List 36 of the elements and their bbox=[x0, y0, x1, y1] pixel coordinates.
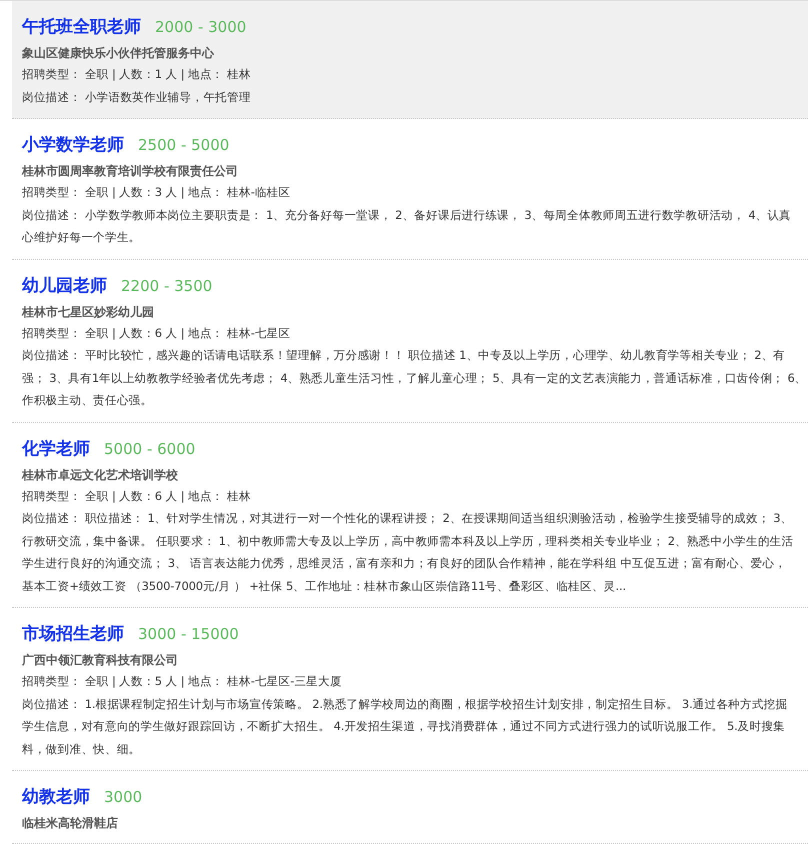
company-name: 桂林市卓远文化艺术培训学校 bbox=[22, 466, 179, 484]
company-name: 桂林市圆周率教育培训学校有限责任公司 bbox=[22, 163, 239, 180]
job-description-line: 强； 3、具有1年以上幼教教学经验者优先考虑； 4、熟悉儿童生活习性，了解儿童心理； 5、具有一定的文艺表演能力，普通话标准，口齿伶俐； 6、 bbox=[22, 370, 808, 386]
salary-range: 5000 - 6000 bbox=[104, 440, 196, 458]
company-name: 象山区健康快乐小伙伴托管服务中心 bbox=[22, 45, 216, 62]
salary-range: 2000 - 3000 bbox=[155, 18, 246, 36]
job-description-line: 岗位描述： 小学数学教师本岗位主要职责是： 1、充分备好每一堂课， 2、备好课后进行练课， 3、每周全体教师周五进行数学教研活动， 4、认真 bbox=[22, 206, 792, 224]
job-description-line: 岗位描述： 1.根据课程制定招生计划与市场宣传策略。 2.熟悉了解学校周边的商圈，根据学校招生计划安排，制定招生目标。 3.通过各种方式挖掘 bbox=[22, 696, 788, 712]
job-title-link[interactable]: 化学老师 bbox=[22, 436, 90, 460]
job-description-line: 学生信息，对有意向的学生做好跟踪回访，不断扩大招生。 4.开发招生渠道，寻找消费群体，通过不同方式进行强力的试听说服工作。 5.及时搜集 bbox=[22, 718, 786, 735]
job-title-link[interactable]: 午托班全职老师 bbox=[22, 15, 141, 38]
job-description-line: 岗位描述： 职位描述： 1、针对学生情况，对其进行一对一个性化的课程讲授； 2、在授课期间适当组织测验活动，检验学生接受辅导的成效； 3、 bbox=[22, 510, 794, 527]
job-description-line: 心维护好每一个学生。 bbox=[22, 229, 142, 246]
job-meta: 招聘类型： 全职 | 人数：6 人 | 地点： 桂林-七星区 bbox=[22, 324, 292, 342]
job-meta: 招聘类型： 全职 | 人数：3 人 | 地点： 桂林-临桂区 bbox=[22, 184, 292, 201]
job-description-line: 行教研交流，集中备课。 任职要求： 1、初中教师需大专及以上学历，高中教师需本科及以上学历，理科类相关专业毕业； 2、熟悉中小学生的生活 bbox=[22, 532, 794, 550]
job-description-line: 学生进行良好的沟通交流； 3、 语言表达能力优秀，思维灵活，富有亲和力；有良好的团队合作精神，能在学科组 中互促互进；富有耐心、爱心， bbox=[22, 555, 788, 572]
job-description-line: 基本工资+绩效工资 （3500-7000元/月 ） +社保 5、工作地址：桂林市象山区崇信路11号、叠彩区、临桂区、灵... bbox=[22, 578, 628, 594]
company-name: 临桂米高轮滑鞋店 bbox=[22, 815, 119, 832]
salary-range: 2500 - 5000 bbox=[138, 136, 230, 154]
job-meta: 招聘类型： 全职 | 人数：1 人 | 地点： 桂林 bbox=[22, 66, 252, 83]
salary-range: 2200 - 3500 bbox=[121, 276, 212, 294]
job-description-line: 料，做到准、快、细。 bbox=[22, 740, 142, 758]
job-description-line: 作积极主动、责任心强。 bbox=[22, 392, 154, 409]
job-title-link[interactable]: 小学数学老师 bbox=[22, 133, 124, 156]
salary-range: 3000 - 15000 bbox=[138, 625, 239, 643]
job-description-line: 岗位描述： 小学语数英作业辅导，午托管理 bbox=[22, 88, 252, 106]
salary-range: 3000 bbox=[104, 788, 142, 806]
job-description-line: 岗位描述： 平时比较忙，感兴趣的话请电话联系！望理解，万分感谢！！ 职位描述 1、中专及以上学历，心理学、幼儿教育学等相关专业； 2、有 bbox=[22, 347, 786, 364]
job-title-link[interactable]: 幼教老师 bbox=[22, 785, 90, 808]
job-meta: 招聘类型： 全职 | 人数：5 人 | 地点： 桂林-七星区-三星大厦 bbox=[22, 673, 343, 690]
job-meta: 招聘类型： 全职 | 人数：6 人 | 地点： 桂林 bbox=[22, 488, 252, 505]
company-name: 桂林市七星区妙彩幼儿园 bbox=[22, 304, 155, 320]
job-title-link[interactable]: 幼儿园老师 bbox=[22, 274, 107, 296]
job-title-link[interactable]: 市场招生老师 bbox=[22, 622, 124, 645]
company-name: 广西中领汇教育科技有限公司 bbox=[22, 652, 179, 669]
